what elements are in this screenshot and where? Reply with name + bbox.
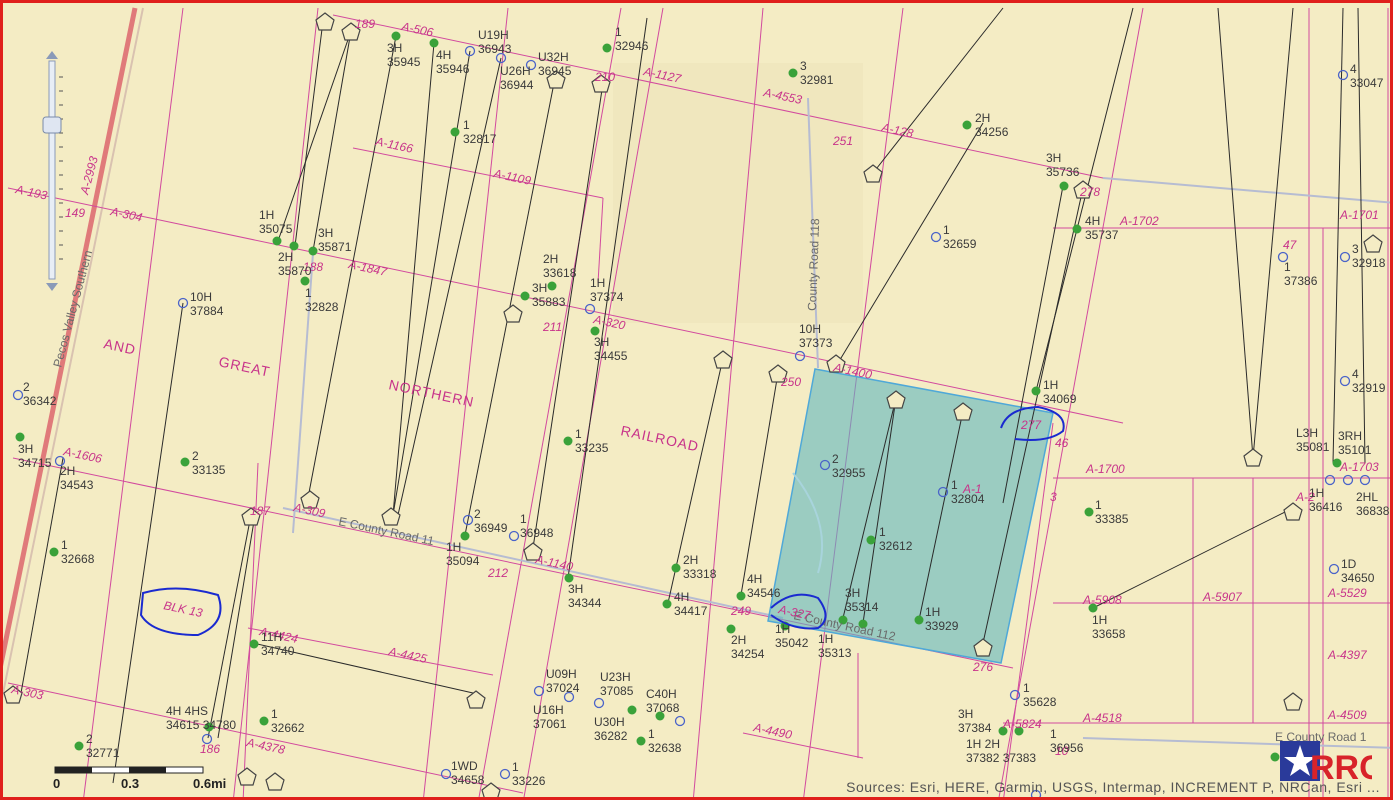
svg-text:212: 212 <box>487 566 508 580</box>
zoom-out-icon <box>46 283 58 291</box>
zoom-handle <box>42 116 62 134</box>
svg-text:187: 187 <box>250 504 271 518</box>
map-view[interactable]: AND GREAT NORTHERN RAILROAD County Road … <box>0 0 1393 800</box>
svg-text:210: 210 <box>594 70 615 84</box>
well-label: U19H 36943 <box>478 28 512 56</box>
svg-text:251: 251 <box>832 134 853 148</box>
attribution: Sources: Esri, HERE, Garmin, USGS, Inter… <box>846 779 1380 795</box>
svg-text:A-5529: A-5529 <box>1327 586 1367 600</box>
svg-text:276: 276 <box>972 660 993 674</box>
well-label: U09H 37024 <box>546 667 580 695</box>
scale-tick: 0.6mi <box>193 776 226 791</box>
well-label: C40H 37068 <box>646 687 680 715</box>
svg-text:277: 277 <box>1020 418 1042 432</box>
well-label: U30H 36282 <box>594 715 628 743</box>
svg-text:A-1700: A-1700 <box>1085 462 1125 476</box>
svg-text:186: 186 <box>200 742 220 756</box>
zoom-slider[interactable] <box>41 47 63 297</box>
svg-text:A-4518: A-4518 <box>1082 711 1122 725</box>
svg-text:249: 249 <box>730 604 751 618</box>
svg-text:149: 149 <box>65 206 85 220</box>
svg-text:250: 250 <box>780 375 801 389</box>
svg-text:A-1701: A-1701 <box>1339 208 1379 222</box>
well-label: U26H 36944 <box>500 64 534 92</box>
svg-text:3: 3 <box>1050 490 1057 504</box>
svg-text:189: 189 <box>355 17 375 31</box>
svg-text:A-5824: A-5824 <box>1002 717 1042 731</box>
scale-tick: 0 <box>53 776 60 791</box>
svg-text:278: 278 <box>1079 185 1100 199</box>
svg-text:46: 46 <box>1055 436 1069 450</box>
scale-tick: 0.3 <box>121 776 139 791</box>
svg-text:A-4397: A-4397 <box>1327 648 1368 662</box>
well-label: U23H 37085 <box>600 670 634 698</box>
svg-text:A-1702: A-1702 <box>1119 214 1159 228</box>
scale-bar: 0 0.3 0.6mi <box>53 763 253 793</box>
rrc-logo: RRC <box>1280 735 1384 787</box>
zoom-in-icon <box>46 51 58 59</box>
svg-text:A-5907: A-5907 <box>1202 590 1243 604</box>
map-canvas[interactable]: AND GREAT NORTHERN RAILROAD County Road … <box>3 3 1393 800</box>
svg-text:A-5908: A-5908 <box>1082 593 1122 607</box>
svg-text:47: 47 <box>1283 238 1298 252</box>
well-label: U16H 37061 <box>533 703 567 731</box>
well-label: U32H 36945 <box>538 50 572 78</box>
svg-text:A-1703: A-1703 <box>1339 460 1379 474</box>
svg-text:211: 211 <box>542 320 562 334</box>
svg-text:A-4509: A-4509 <box>1327 708 1367 722</box>
